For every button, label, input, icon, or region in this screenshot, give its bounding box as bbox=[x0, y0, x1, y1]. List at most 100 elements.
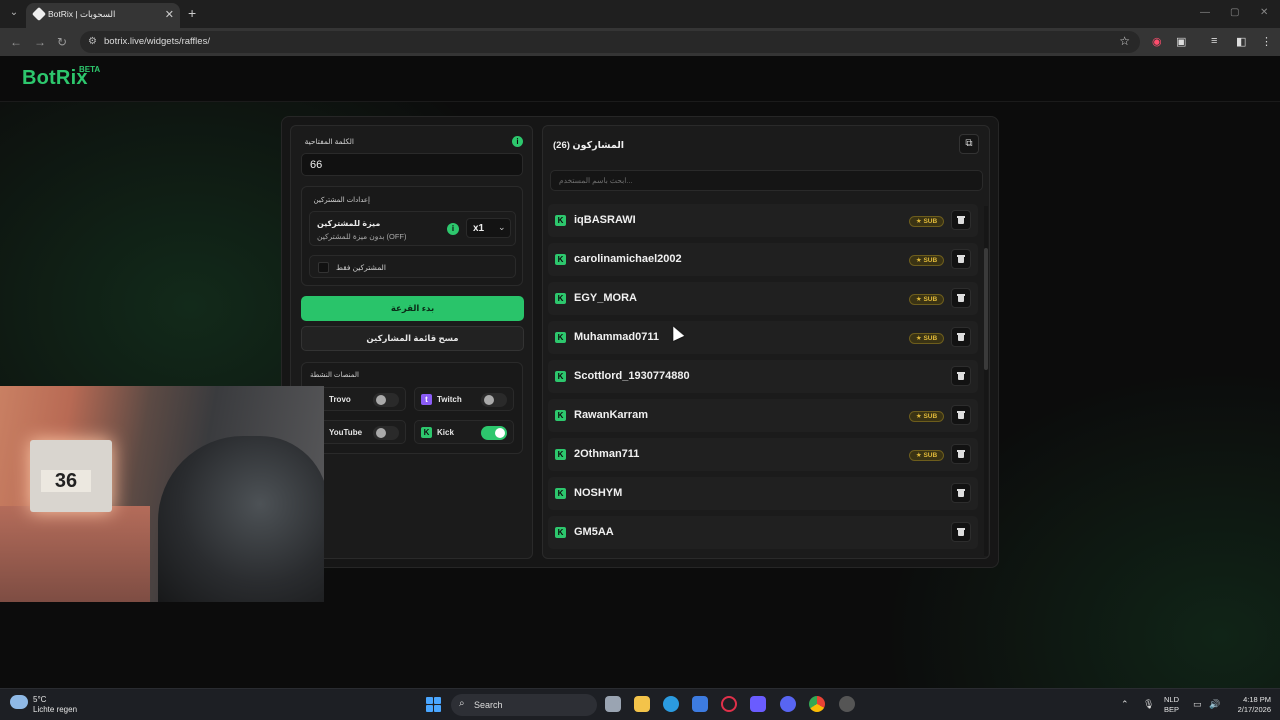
trash-icon[interactable] bbox=[951, 327, 971, 347]
weather-cloud-icon[interactable] bbox=[10, 695, 28, 709]
trash-icon[interactable] bbox=[951, 210, 971, 230]
edge-icon[interactable] bbox=[663, 696, 679, 712]
botrix-logo[interactable]: BotRix bbox=[22, 67, 88, 90]
trash-icon[interactable] bbox=[951, 366, 971, 386]
subs-only-option[interactable]: المشتركين فقط bbox=[309, 255, 516, 278]
participant-row: K EGY_MORA ★ SUB bbox=[548, 282, 978, 315]
url-text[interactable]: botrix.live/widgets/raffles/ bbox=[104, 36, 210, 47]
webcam-foreground bbox=[0, 506, 150, 602]
clock-time: 4:18 PM bbox=[1243, 695, 1271, 704]
kick-icon: K bbox=[555, 254, 566, 265]
subscriber-advantage: ميزة للمشتركين بدون ميزة للمشتركين (OFF)… bbox=[309, 211, 516, 246]
kick-icon: K bbox=[421, 427, 432, 438]
reading-list-icon[interactable]: ≡ bbox=[1211, 35, 1217, 47]
forward-icon[interactable]: → bbox=[34, 35, 46, 49]
multiplier-select[interactable]: x1 ⌄ bbox=[466, 218, 511, 238]
bookmark-star-icon[interactable]: ☆ bbox=[1119, 34, 1130, 48]
copy-icon[interactable]: ⧉ bbox=[959, 134, 979, 154]
browser-tab[interactable]: BotRix | السحوبات ✕ bbox=[26, 3, 180, 28]
sub-badge: ★ SUB bbox=[909, 216, 944, 227]
active-platforms: المنصات النشطة T Trovo t Twitch ▶ YouTub… bbox=[301, 362, 523, 454]
maximize-icon[interactable]: ▢ bbox=[1230, 7, 1239, 18]
trash-icon[interactable] bbox=[951, 249, 971, 269]
start-raffle-button[interactable]: بدء القرعة bbox=[301, 296, 524, 321]
discord-icon[interactable] bbox=[780, 696, 796, 712]
trash-icon[interactable] bbox=[951, 483, 971, 503]
kick-icon: K bbox=[555, 332, 566, 343]
participant-username: GM5AA bbox=[574, 526, 614, 538]
address-bar[interactable]: ⚙ botrix.live/widgets/raffles/ ☆ bbox=[80, 31, 1140, 53]
weather-description[interactable]: Lichte regen bbox=[33, 705, 77, 714]
kick-icon: K bbox=[555, 527, 566, 538]
system-clock[interactable]: 4:18 PM 2/17/2026 bbox=[1229, 695, 1271, 715]
chrome-icon[interactable] bbox=[809, 696, 825, 712]
participant-row: KiqBASRAWI ★ SUB bbox=[548, 204, 978, 237]
scrollbar[interactable] bbox=[984, 206, 988, 556]
tray-chevron-icon[interactable]: ⌃ bbox=[1121, 699, 1129, 710]
participant-row: Kcarolinamichael2002 ★ SUB bbox=[548, 243, 978, 276]
opera-icon[interactable] bbox=[721, 696, 737, 712]
webcam-chair bbox=[158, 436, 324, 602]
subs-only-label: المشتركين فقط bbox=[336, 263, 386, 272]
info-icon[interactable]: i bbox=[512, 136, 523, 147]
platform-name: Kick bbox=[437, 428, 454, 437]
volume-icon[interactable]: 🔊 bbox=[1209, 699, 1220, 710]
task-view-icon[interactable] bbox=[605, 696, 621, 712]
kick-icon: K bbox=[555, 371, 566, 382]
tab-title: BotRix | السحوبات bbox=[48, 9, 116, 19]
steam-icon[interactable] bbox=[839, 696, 855, 712]
browser-toolbar: ← → ↻ ⚙ botrix.live/widgets/raffles/ ☆ ◉… bbox=[0, 28, 1280, 56]
participant-row: K Scottlord_1930774880 bbox=[548, 360, 978, 393]
site-info-icon[interactable]: ⚙ bbox=[88, 36, 97, 47]
twitch-toggle[interactable] bbox=[481, 393, 507, 407]
subs-only-checkbox[interactable] bbox=[318, 262, 329, 273]
scrollbar-thumb[interactable] bbox=[984, 248, 988, 370]
taskbar-search[interactable]: ⌕ Search bbox=[451, 694, 597, 716]
weather-temperature[interactable]: 5°C bbox=[33, 695, 46, 704]
trash-icon[interactable] bbox=[951, 405, 971, 425]
file-explorer-icon[interactable] bbox=[634, 696, 650, 712]
network-icon[interactable]: ▭ bbox=[1193, 699, 1202, 710]
language-indicator[interactable]: NLD BEP bbox=[1164, 695, 1179, 715]
trovo-toggle[interactable] bbox=[373, 393, 399, 407]
participants-panel: المشاركون (26) ⧉ KiqBASRAWI★ SUBKcarolin… bbox=[542, 125, 990, 559]
store-icon[interactable] bbox=[692, 696, 708, 712]
sub-badge: ★ SUB bbox=[909, 294, 944, 305]
trash-icon[interactable] bbox=[951, 444, 971, 464]
app-icon[interactable] bbox=[750, 696, 766, 712]
tab-favicon-icon bbox=[31, 6, 47, 22]
platform-name: Twitch bbox=[437, 395, 462, 404]
keyword-input[interactable] bbox=[301, 153, 523, 176]
close-window-icon[interactable]: ✕ bbox=[1260, 7, 1268, 18]
microphone-icon[interactable]: 🎙 bbox=[1143, 699, 1154, 710]
sub-badge: ★ SUB bbox=[909, 450, 944, 461]
participant-username: Scottlord_1930774880 bbox=[574, 370, 690, 382]
chevron-down-icon: ⌄ bbox=[498, 222, 506, 232]
windows-start-icon[interactable] bbox=[426, 697, 441, 712]
clear-participants-button[interactable]: مسح قائمة المشاركين bbox=[301, 326, 524, 351]
profile-icon[interactable]: ◧ bbox=[1236, 35, 1246, 48]
site-header: BotRix BETA bbox=[0, 56, 1280, 102]
platforms-label: المنصات النشطة bbox=[310, 372, 359, 379]
extensions-puzzle-icon[interactable]: ▣ bbox=[1176, 35, 1186, 48]
browser-tabbar: ⌄ BotRix | السحوبات ✕ + — ▢ ✕ bbox=[0, 0, 1280, 28]
menu-icon[interactable]: ⋮ bbox=[1261, 35, 1272, 48]
reload-icon[interactable]: ↻ bbox=[57, 35, 67, 49]
participant-username: NOSHYM bbox=[574, 487, 623, 499]
kick-toggle[interactable] bbox=[481, 426, 507, 440]
trash-icon[interactable] bbox=[951, 522, 971, 542]
tab-search-icon[interactable]: ⌄ bbox=[6, 5, 22, 21]
participant-username: carolinamichael2002 bbox=[574, 253, 682, 265]
new-tab-icon[interactable]: + bbox=[188, 5, 196, 21]
minimize-icon[interactable]: — bbox=[1200, 7, 1210, 18]
platform-twitch: t Twitch bbox=[414, 387, 514, 411]
tab-close-icon[interactable]: ✕ bbox=[165, 8, 174, 21]
advantage-info-icon[interactable]: i bbox=[447, 223, 459, 235]
participant-row: K GM5AA bbox=[548, 516, 978, 549]
trash-icon[interactable] bbox=[951, 288, 971, 308]
participant-search-input[interactable] bbox=[550, 170, 983, 191]
youtube-toggle[interactable] bbox=[373, 426, 399, 440]
subscriber-settings: إعدادات المشتركين ميزة للمشتركين بدون مي… bbox=[301, 186, 523, 286]
extension-icon[interactable]: ◉ bbox=[1152, 35, 1162, 48]
back-icon[interactable]: ← bbox=[10, 35, 22, 49]
